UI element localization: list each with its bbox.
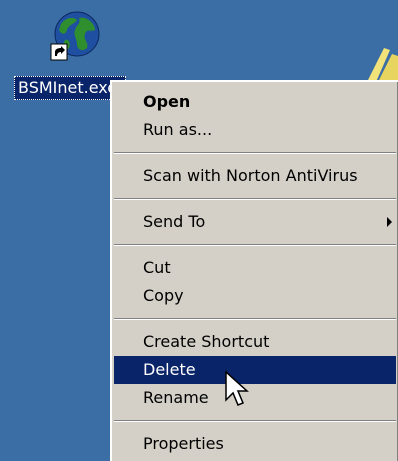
menu-item-scan-norton[interactable]: Scan with Norton AntiVirus: [114, 162, 396, 190]
submenu-arrow-icon: [387, 217, 392, 227]
menu-item-run-as[interactable]: Run as...: [114, 116, 396, 144]
menu-separator: [114, 318, 396, 320]
menu-item-delete[interactable]: Delete: [114, 356, 396, 384]
menu-separator: [114, 244, 396, 246]
wallpaper-decoration: [368, 48, 398, 84]
menu-separator: [114, 152, 396, 154]
menu-item-open[interactable]: Open: [114, 88, 396, 116]
menu-item-properties[interactable]: Properties: [114, 430, 396, 458]
menu-separator: [114, 198, 396, 200]
menu-item-send-to[interactable]: Send To: [114, 208, 396, 236]
globe-shortcut-icon: [50, 11, 100, 61]
menu-item-copy[interactable]: Copy: [114, 282, 396, 310]
menu-item-rename[interactable]: Rename: [114, 384, 396, 412]
mouse-cursor-icon: [225, 370, 249, 406]
menu-separator: [114, 420, 396, 422]
menu-item-cut[interactable]: Cut: [114, 254, 396, 282]
context-menu: Open Run as... Scan with Norton AntiViru…: [110, 80, 398, 461]
menu-item-create-shortcut[interactable]: Create Shortcut: [114, 328, 396, 356]
menu-item-send-to-label: Send To: [143, 212, 206, 231]
